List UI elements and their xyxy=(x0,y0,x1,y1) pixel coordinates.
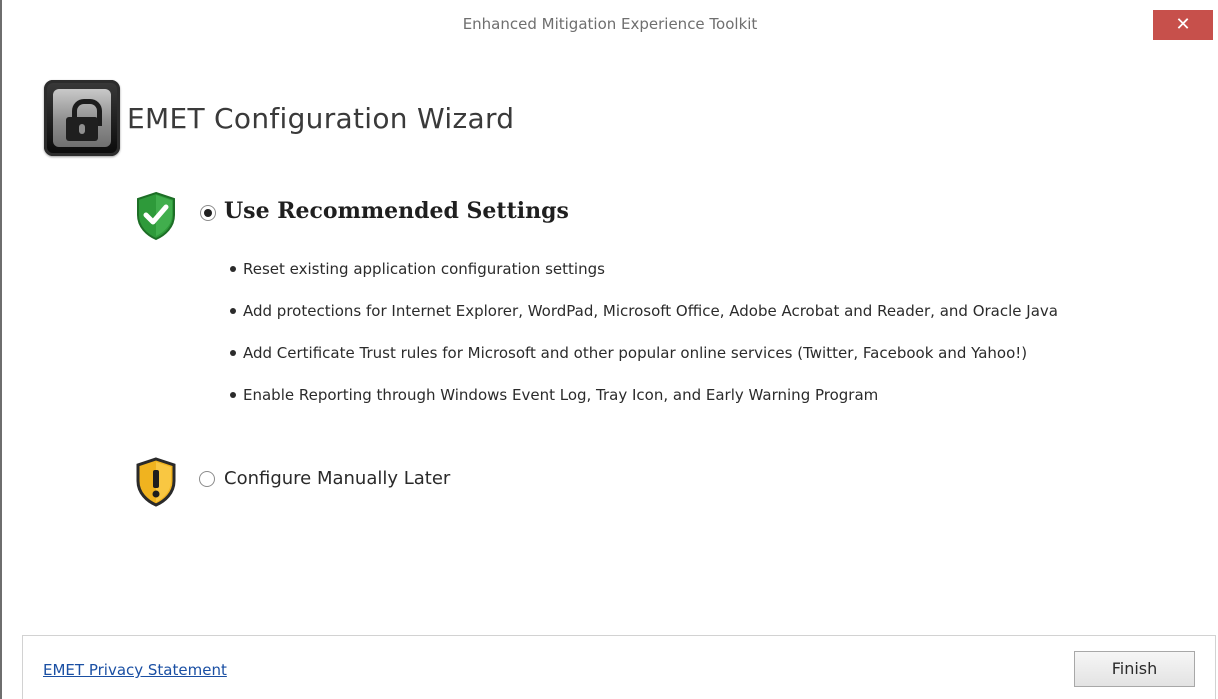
manual-radio[interactable] xyxy=(199,471,215,487)
recommended-bullet-list: Reset existing application configuration… xyxy=(230,258,1058,426)
close-button[interactable]: ✕ xyxy=(1153,10,1213,40)
window-title: Enhanced Mitigation Experience Toolkit xyxy=(462,15,758,33)
close-icon: ✕ xyxy=(1175,14,1191,35)
emet-window: Enhanced Mitigation Experience Toolkit ✕… xyxy=(0,0,1218,699)
finish-button[interactable]: Finish xyxy=(1074,651,1195,687)
list-item: Enable Reporting through Windows Event L… xyxy=(230,384,1058,426)
warning-shield-icon xyxy=(134,457,178,507)
footer-bar: EMET Privacy Statement Finish xyxy=(22,635,1216,699)
list-item: Add protections for Internet Explorer, W… xyxy=(230,300,1058,342)
padlock-icon xyxy=(44,80,120,156)
list-item: Reset existing application configuration… xyxy=(230,258,1058,300)
recommended-option-label[interactable]: Use Recommended Settings xyxy=(224,198,569,224)
privacy-statement-link[interactable]: EMET Privacy Statement xyxy=(43,661,227,679)
list-item: Add Certificate Trust rules for Microsof… xyxy=(230,342,1058,384)
title-bar: Enhanced Mitigation Experience Toolkit ✕ xyxy=(2,0,1218,52)
page-title: EMET Configuration Wizard xyxy=(127,102,515,135)
manual-option-label[interactable]: Configure Manually Later xyxy=(224,468,450,489)
green-check-shield-icon xyxy=(134,191,178,241)
recommended-radio[interactable] xyxy=(200,205,216,221)
